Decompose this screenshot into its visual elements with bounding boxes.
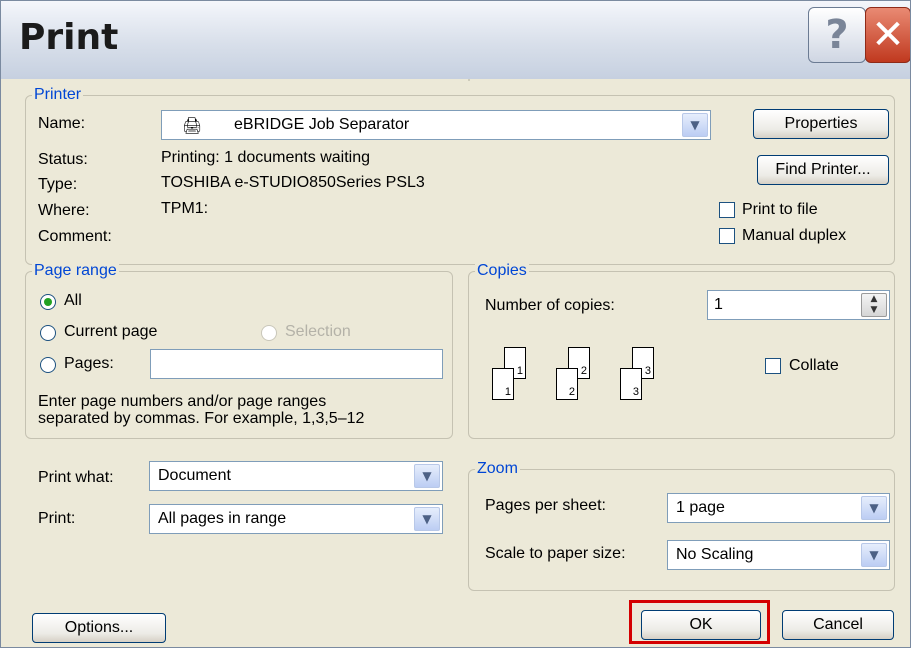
where-value: TPM1: bbox=[161, 200, 209, 217]
collate-page-number: 2 bbox=[568, 386, 575, 398]
chevron-down-icon[interactable]: ▼ bbox=[682, 113, 708, 137]
pages-radio[interactable] bbox=[40, 357, 56, 373]
copies-group-label: Copies bbox=[475, 262, 529, 280]
print-what-value: Document bbox=[158, 467, 231, 484]
ok-button[interactable]: OK bbox=[641, 610, 761, 640]
title-bar[interactable]: Print ? ✕ bbox=[1, 1, 910, 80]
printer-group-label: Printer bbox=[32, 86, 84, 104]
printer-name-select[interactable]: 🖨 eBRIDGE Job Separator ▼ bbox=[161, 110, 711, 140]
selection-radio[interactable] bbox=[261, 325, 277, 341]
help-icon[interactable]: ? bbox=[808, 7, 866, 63]
collate-page-number: 1 bbox=[516, 365, 523, 377]
collate-page-number: 3 bbox=[632, 386, 639, 398]
zoom-group-placeholder bbox=[468, 79, 470, 81]
collate-checkbox[interactable] bbox=[765, 358, 781, 374]
comment-label: Comment: bbox=[38, 228, 112, 245]
chevron-down-icon[interactable]: ▼ bbox=[414, 464, 440, 488]
pages-per-sheet-label: Pages per sheet: bbox=[485, 497, 606, 514]
all-radio[interactable] bbox=[40, 294, 56, 310]
properties-button[interactable]: Properties bbox=[753, 109, 889, 139]
collate-page-front-1: 1 bbox=[492, 368, 514, 400]
collate-page-number: 1 bbox=[504, 386, 511, 398]
selection-radio-label[interactable]: Selection bbox=[285, 323, 351, 341]
type-value: TOSHIBA e-STUDIO850Series PSL3 bbox=[161, 174, 425, 191]
page-range-hint-line2: separated by commas. For example, 1,3,5–… bbox=[38, 410, 365, 427]
printer-name-value: eBRIDGE Job Separator bbox=[234, 116, 410, 133]
chevron-down-icon[interactable]: ▼ bbox=[861, 543, 887, 567]
current-page-radio[interactable] bbox=[40, 325, 56, 341]
collate-page-number: 3 bbox=[644, 365, 651, 377]
scale-to-paper-size-select[interactable]: No Scaling ▼ bbox=[667, 540, 890, 570]
options-button[interactable]: Options... bbox=[32, 613, 166, 643]
page-range-hint-line1: Enter page numbers and/or page ranges bbox=[38, 393, 327, 410]
number-of-copies-label: Number of copies: bbox=[485, 297, 615, 314]
find-printer-button[interactable]: Find Printer... bbox=[757, 155, 889, 185]
current-page-radio-label[interactable]: Current page bbox=[64, 323, 157, 341]
manual-duplex-checkbox[interactable] bbox=[719, 228, 735, 244]
chevron-down-icon[interactable]: ▼ bbox=[861, 496, 887, 520]
print-dialog: Print ? ✕ Printer Name: 🖨 eBRIDGE Job Se… bbox=[0, 0, 911, 648]
print-to-file-checkbox[interactable] bbox=[719, 202, 735, 218]
cancel-button[interactable]: Cancel bbox=[782, 610, 894, 640]
scale-to-paper-size-value: No Scaling bbox=[676, 546, 754, 563]
dialog-title: Print bbox=[19, 17, 119, 58]
number-of-copies-input[interactable]: 1 ▲ ▼ bbox=[707, 290, 890, 320]
pages-per-sheet-value: 1 page bbox=[676, 499, 725, 516]
print-to-file-label[interactable]: Print to file bbox=[742, 201, 818, 219]
print-value: All pages in range bbox=[158, 510, 287, 527]
print-select[interactable]: All pages in range ▼ bbox=[149, 504, 443, 534]
status-value: Printing: 1 documents waiting bbox=[161, 149, 370, 166]
status-label: Status: bbox=[38, 151, 88, 168]
name-label: Name: bbox=[38, 115, 85, 133]
zoom-group: Zoom bbox=[468, 460, 895, 591]
zoom-group-label: Zoom bbox=[475, 460, 520, 478]
printer-icon: 🖨 bbox=[182, 116, 203, 135]
print-label: Print: bbox=[38, 510, 76, 527]
pages-input[interactable] bbox=[150, 349, 443, 379]
number-of-copies-value: 1 bbox=[714, 296, 723, 313]
dialog-body: Printer Name: 🖨 eBRIDGE Job Separator ▼ … bbox=[1, 79, 910, 647]
close-icon[interactable]: ✕ bbox=[865, 7, 910, 63]
collate-label[interactable]: Collate bbox=[789, 357, 839, 375]
collate-page-front-3: 3 bbox=[620, 368, 642, 400]
all-radio-label[interactable]: All bbox=[64, 292, 82, 310]
type-label: Type: bbox=[38, 176, 78, 193]
scale-to-paper-size-label: Scale to paper size: bbox=[485, 545, 626, 562]
print-what-label: Print what: bbox=[38, 469, 114, 486]
print-what-select[interactable]: Document ▼ bbox=[149, 461, 443, 491]
name-label-text: Name: bbox=[38, 115, 86, 132]
manual-duplex-label[interactable]: Manual duplex bbox=[742, 227, 846, 245]
chevron-down-icon[interactable]: ▼ bbox=[414, 507, 440, 531]
spinner-icon[interactable]: ▲ ▼ bbox=[861, 293, 887, 317]
where-label: Where: bbox=[38, 202, 90, 219]
collate-page-front-2: 2 bbox=[556, 368, 578, 400]
pages-radio-label[interactable]: Pages: bbox=[64, 355, 114, 373]
pages-per-sheet-select[interactable]: 1 page ▼ bbox=[667, 493, 890, 523]
collate-page-number: 2 bbox=[580, 365, 587, 377]
page-range-group-label: Page range bbox=[32, 262, 119, 280]
